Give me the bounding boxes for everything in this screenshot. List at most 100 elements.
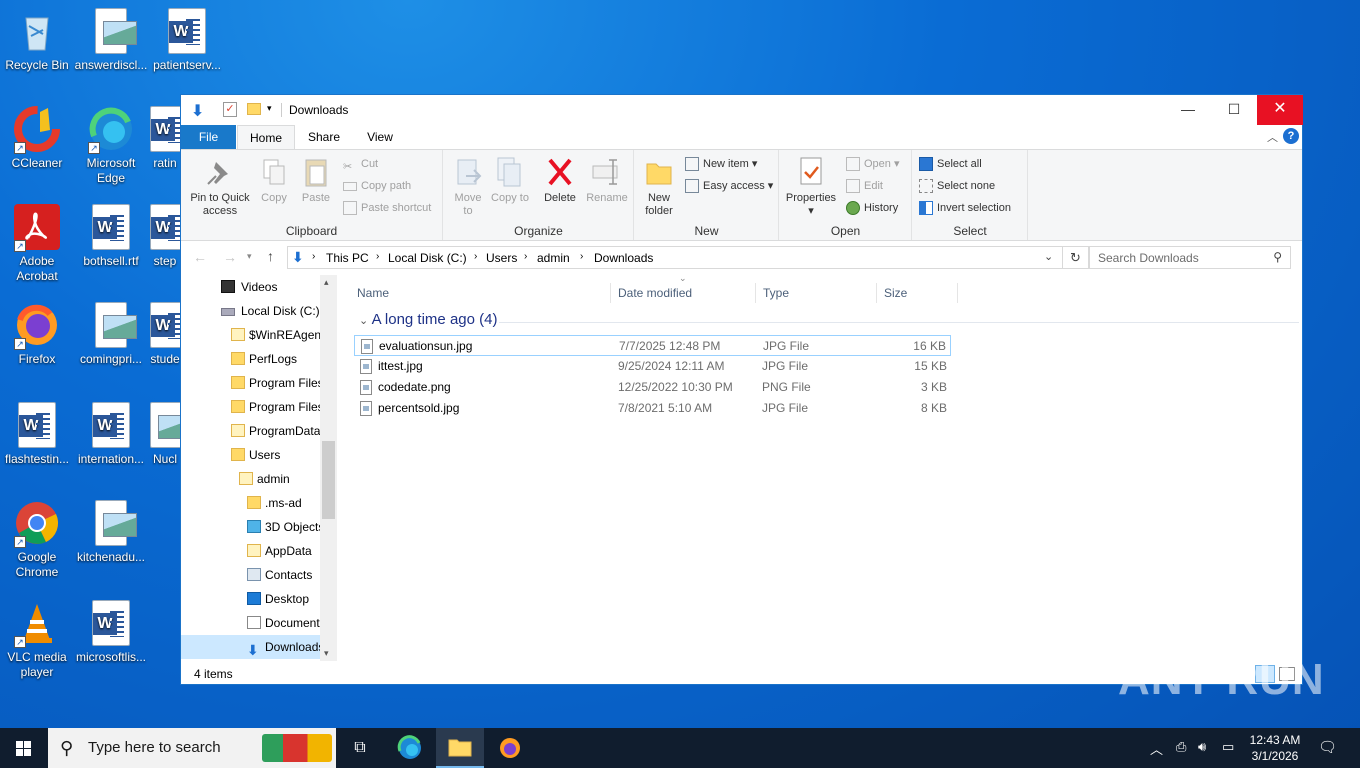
desktop-icon-firefox[interactable]: ↗ Firefox: [0, 302, 74, 367]
chevron-down-icon[interactable]: ▾: [267, 103, 272, 114]
chevron-up-icon[interactable]: ︿: [1267, 129, 1278, 145]
recent-locations-button[interactable]: ▾: [247, 251, 252, 262]
desktop-icon-file[interactable]: answerdiscl...: [74, 8, 148, 73]
move-to-button[interactable]: Move to: [450, 156, 486, 218]
nav-item-folder[interactable]: PerfLogs: [181, 347, 321, 371]
file-row[interactable]: codedate.png 12/25/2022 10:30 PM PNG Fil…: [354, 377, 951, 398]
show-hidden-icons[interactable]: ︿: [1150, 739, 1163, 758]
new-item-button[interactable]: New item ▾: [683, 154, 757, 174]
delete-button[interactable]: Delete: [540, 156, 580, 205]
column-header-type[interactable]: Type: [757, 283, 877, 303]
taskbar-search-box[interactable]: ⚲ Type here to search: [48, 728, 336, 768]
desktop-icon-file[interactable]: ratin: [150, 106, 180, 171]
nav-item-folder[interactable]: AppData: [181, 539, 321, 563]
forward-button[interactable]: →: [223, 249, 237, 265]
close-button[interactable]: ✕: [1257, 95, 1303, 125]
open-button[interactable]: Open ▾: [844, 154, 900, 174]
paste-shortcut-button[interactable]: Paste shortcut: [341, 198, 431, 218]
desktop-icon-file[interactable]: step: [150, 204, 180, 269]
desktop-icon-vlc[interactable]: ↗ VLC media player: [0, 600, 74, 680]
paste-button[interactable]: Paste: [297, 156, 335, 205]
scroll-up-icon[interactable]: ▴: [324, 277, 329, 288]
nav-item-folder[interactable]: Program Files: [181, 395, 324, 419]
desktop-icon-file[interactable]: patientserv...: [150, 8, 224, 73]
maximize-button[interactable]: ☐: [1211, 95, 1257, 125]
desktop-icon-file[interactable]: microsoftlis...: [74, 600, 148, 665]
breadcrumb-local-disk[interactable]: Local Disk (C:): [388, 251, 467, 265]
minimize-button[interactable]: —: [1165, 95, 1211, 125]
cut-button[interactable]: ✂ Cut: [341, 154, 378, 174]
desktop-icon-recycle-bin[interactable]: Recycle Bin: [0, 8, 74, 73]
nav-item-folder[interactable]: Users: [181, 443, 321, 467]
desktop-icon-file[interactable]: bothsell.rtf: [74, 204, 148, 269]
desktop-icon-acrobat[interactable]: ↗ Adobe Acrobat: [0, 204, 74, 284]
taskbar-firefox[interactable]: [486, 728, 534, 768]
nav-item-folder[interactable]: ProgramData: [181, 419, 321, 443]
pin-quick-access-button[interactable]: Pin to Quick access: [187, 156, 253, 218]
refresh-icon[interactable]: ↻: [1062, 247, 1088, 268]
tab-home[interactable]: Home: [237, 125, 295, 150]
start-button[interactable]: [0, 728, 48, 768]
desktop-icon-file[interactable]: kitchenadu...: [74, 500, 148, 565]
back-button[interactable]: ←: [193, 249, 207, 265]
nav-item-folder[interactable]: admin: [181, 467, 321, 491]
nav-item-folder[interactable]: $WinREAgent: [181, 323, 324, 347]
desktop-icon-edge[interactable]: ↗ Microsoft Edge: [74, 106, 148, 186]
nav-item-contacts[interactable]: Contacts: [181, 563, 321, 587]
desktop-icon-ccleaner[interactable]: ↗ CCleaner: [0, 106, 74, 171]
invert-selection-button[interactable]: Invert selection: [917, 198, 1011, 218]
breadcrumb-users[interactable]: Users: [486, 251, 517, 265]
address-bar[interactable]: ⬇ › This PC › Local Disk (C:) › Users › …: [287, 246, 1089, 269]
help-icon[interactable]: ?: [1283, 128, 1299, 144]
nav-item-3d-objects[interactable]: 3D Objects: [181, 515, 324, 539]
nav-item-desktop[interactable]: Desktop: [181, 587, 321, 611]
tab-file[interactable]: File: [181, 125, 236, 149]
network-icon[interactable]: ▭: [1222, 739, 1234, 755]
task-view-button[interactable]: ⧉: [336, 728, 384, 768]
desktop-icon-file[interactable]: flashtestin...: [0, 402, 74, 467]
nav-item-documents[interactable]: Documents: [181, 611, 326, 635]
select-none-button[interactable]: Select none: [917, 176, 995, 196]
search-input[interactable]: Search Downloads ⚲: [1089, 246, 1291, 269]
breadcrumb-downloads[interactable]: Downloads: [594, 251, 653, 265]
folder-icon[interactable]: [247, 103, 261, 115]
taskbar-file-explorer[interactable]: [436, 728, 484, 768]
volume-icon[interactable]: 🔊︎: [1198, 739, 1206, 755]
tab-view[interactable]: View: [353, 125, 407, 149]
column-header-date[interactable]: Date modified: [612, 283, 756, 303]
desktop-icon-file[interactable]: comingpri...: [74, 302, 148, 367]
file-row[interactable]: evaluationsun.jpg 7/7/2025 12:48 PM JPG …: [354, 335, 951, 356]
column-header-name[interactable]: Name: [351, 283, 611, 303]
breadcrumb-this-pc[interactable]: This PC: [326, 251, 369, 265]
select-all-button[interactable]: Select all: [917, 154, 982, 174]
nav-item-folder[interactable]: Program Files: [181, 371, 324, 395]
breadcrumb-admin[interactable]: admin: [537, 251, 570, 265]
file-row[interactable]: percentsold.jpg 7/8/2021 5:10 AM JPG Fil…: [354, 398, 951, 419]
desktop-icon-file[interactable]: internation...: [74, 402, 148, 467]
easy-access-button[interactable]: Easy access ▾: [683, 176, 773, 196]
copy-path-button[interactable]: Copy path: [341, 176, 411, 196]
copy-to-button[interactable]: Copy to: [490, 156, 530, 205]
scrollbar-thumb[interactable]: [322, 441, 335, 519]
desktop-icon-file[interactable]: stude: [150, 302, 180, 367]
nav-scrollbar[interactable]: ▴ ▾: [320, 275, 337, 661]
group-header[interactable]: ⌄ A long time ago (4): [359, 311, 1303, 328]
scroll-down-icon[interactable]: ▾: [324, 648, 329, 659]
checkmark-icon[interactable]: ✓: [223, 102, 237, 117]
desktop-icon-chrome[interactable]: ↗ Google Chrome: [0, 500, 74, 580]
nav-item-downloads[interactable]: ⬇ Downloads: [181, 635, 324, 659]
clock[interactable]: 12:43 AM 3/1/2026: [1244, 732, 1306, 764]
notifications-icon[interactable]: 🗨︎: [1318, 738, 1337, 756]
nav-item-local-disk[interactable]: Local Disk (C:): [181, 299, 321, 323]
tab-share[interactable]: Share: [297, 125, 351, 149]
history-button[interactable]: History: [844, 198, 898, 218]
edit-button[interactable]: Edit: [844, 176, 883, 196]
address-dropdown-icon[interactable]: ⌄: [1044, 250, 1053, 263]
meet-now-icon[interactable]: ⎙: [1176, 739, 1186, 755]
desktop-icon-file[interactable]: Nucl: [150, 402, 180, 467]
nav-item-videos[interactable]: Videos: [181, 275, 321, 299]
up-button[interactable]: ↑: [267, 248, 274, 264]
nav-item-folder[interactable]: .ms-ad: [181, 491, 321, 515]
file-row[interactable]: ittest.jpg 9/25/2024 12:11 AM JPG File 1…: [354, 356, 951, 377]
taskbar-edge[interactable]: [386, 728, 434, 768]
